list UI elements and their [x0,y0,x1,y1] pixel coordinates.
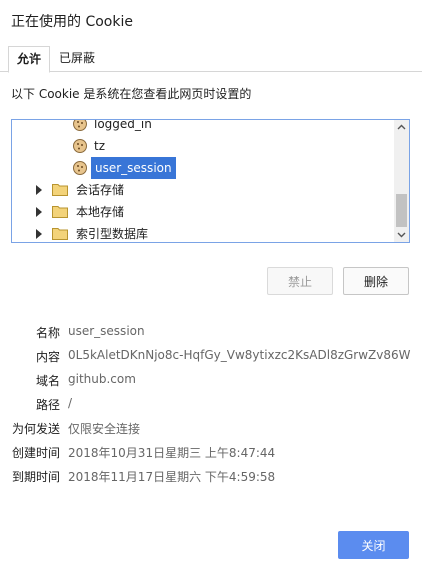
detail-value: 仅限安全连接 [68,422,141,436]
detail-label: 域名 [35,374,60,388]
tab-divider [0,71,422,72]
intro-text: 以下 Cookie 是系统在您查看此网页时设置的 [11,87,252,101]
detail-label: 为何发送 [11,422,60,436]
tree-item-label: 会话存储 [76,183,125,197]
close-button[interactable]: 关闭 [338,531,409,559]
tab-blocked[interactable]: 已屏蔽 [52,46,102,70]
folder-icon [52,206,68,218]
tab-bar: 允许 已屏蔽 [8,46,414,73]
tree-item-label: logged_in [94,120,152,131]
scroll-down-icon[interactable] [394,227,409,242]
detail-value: 0L5kAletDKnNjo8c-HqfGy_Vw8ytixzc2KsADl8z… [68,348,411,362]
delete-button[interactable]: 删除 [343,267,409,295]
tree-item-label: tz [94,139,106,153]
tree-content: logged_in tz user_session 会话存储 本地存储 索引型数… [12,120,394,242]
cookie-icon [73,120,87,131]
expand-arrow-icon[interactable] [36,229,42,239]
detail-label: 内容 [35,350,60,364]
detail-value: 2018年10月31日星期三 上午8:47:44 [68,446,276,460]
scrollbar-thumb[interactable] [396,194,407,227]
detail-label: 到期时间 [11,470,60,484]
detail-value: 2018年11月17日星期六 下午4:59:58 [68,470,276,484]
cookie-tree[interactable]: logged_in tz user_session 会话存储 本地存储 索引型数… [11,119,410,243]
detail-label: 名称 [35,326,60,340]
tree-item-label: 索引型数据库 [76,227,149,241]
detail-label: 路径 [35,398,60,412]
expand-arrow-icon[interactable] [36,207,42,217]
tab-allowed[interactable]: 允许 [8,46,51,73]
dialog-title: 正在使用的 Cookie [11,14,133,30]
cookie-icon [73,139,87,153]
expand-arrow-icon[interactable] [36,185,42,195]
detail-label: 创建时间 [11,446,60,460]
cookie-icon [73,161,87,175]
folder-icon [52,184,68,196]
detail-value: / [68,396,73,410]
tree-item-label: 本地存储 [76,205,125,219]
block-button[interactable]: 禁止 [267,267,333,295]
tree-item-label: user_session [91,157,176,179]
scroll-up-icon[interactable] [394,120,409,135]
detail-value: user_session [68,324,145,338]
detail-value: github.com [68,372,136,386]
tree-scrollbar[interactable] [394,120,409,242]
folder-icon [52,228,68,240]
